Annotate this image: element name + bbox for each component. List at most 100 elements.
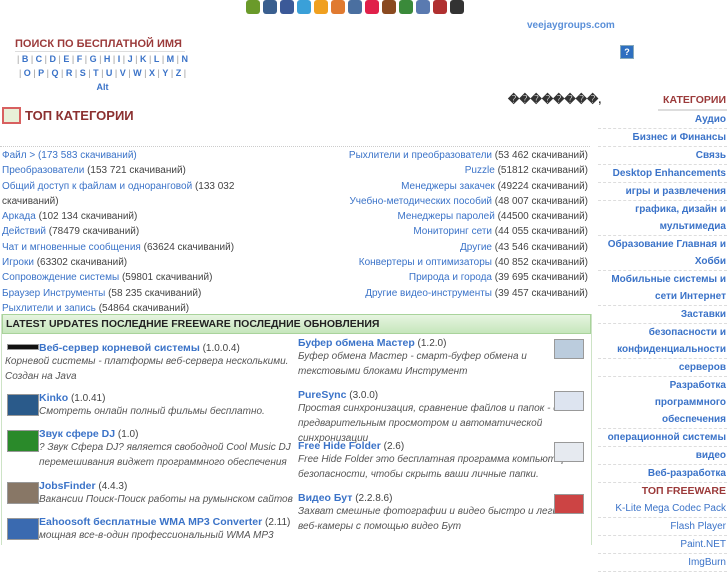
freeware-link[interactable]: K-Lite Mega Codec Pack bbox=[598, 500, 727, 518]
app-thumbnail[interactable] bbox=[554, 494, 584, 514]
bear-icon[interactable] bbox=[382, 0, 396, 14]
letter-link-o[interactable]: O bbox=[24, 68, 31, 78]
letter-link-c[interactable]: C bbox=[36, 54, 43, 64]
category-link[interactable]: Конвертеры и оптимизаторы bbox=[359, 257, 492, 268]
category-link[interactable]: Puzzle bbox=[465, 165, 495, 176]
category-link[interactable]: Менеджеры паролей bbox=[397, 211, 494, 222]
site-link[interactable]: veejaygroups.com bbox=[527, 20, 615, 31]
sidebar-category-link[interactable]: Мобильные системы и сети Интернет bbox=[598, 271, 727, 306]
app-thumbnail[interactable] bbox=[7, 394, 39, 416]
sidebar-category-link[interactable]: безопасности и конфиденциальности bbox=[598, 324, 727, 359]
letter-link-l[interactable]: L bbox=[154, 54, 160, 64]
letter-link-x[interactable]: X bbox=[149, 68, 155, 78]
update-version: (2.6) bbox=[383, 441, 405, 452]
letter-link-s[interactable]: S bbox=[80, 68, 86, 78]
app-thumbnail[interactable] bbox=[7, 430, 39, 452]
category-link[interactable]: Общий доступ к файлам и одноранговой bbox=[2, 181, 192, 192]
sidebar-category-link[interactable]: Desktop Enhancements bbox=[598, 165, 727, 183]
category-link[interactable]: Менеджеры закачек bbox=[401, 181, 495, 192]
sidebar-category-link[interactable]: Связь bbox=[598, 147, 727, 165]
help-icon[interactable]: ? bbox=[620, 45, 634, 59]
sidebar-category-link[interactable]: серверов bbox=[598, 359, 727, 377]
category-link[interactable]: Преобразователи bbox=[2, 165, 84, 176]
category-link[interactable]: Другие видео-инструменты bbox=[365, 288, 492, 299]
letter-link-g[interactable]: G bbox=[90, 54, 97, 64]
letter-link-v[interactable]: V bbox=[120, 68, 126, 78]
app-thumbnail[interactable] bbox=[554, 442, 584, 462]
sidebar-category-link[interactable]: Бизнес и Финансы bbox=[598, 129, 727, 147]
sidebar-category-link[interactable]: Образование Главная и Хобби bbox=[598, 236, 727, 271]
alt-link[interactable]: Alt bbox=[97, 82, 109, 92]
update-title-link[interactable]: Веб-сервер корневой системы bbox=[39, 342, 200, 354]
category-link[interactable]: Игроки bbox=[2, 257, 34, 268]
letter-link-w[interactable]: W bbox=[133, 68, 142, 78]
letter-link-j[interactable]: J bbox=[128, 54, 133, 64]
letter-link-e[interactable]: E bbox=[63, 54, 69, 64]
letter-link-z[interactable]: Z bbox=[176, 68, 182, 78]
update-title-link[interactable]: JobsFinder bbox=[39, 480, 96, 492]
sidebar-category-link[interactable]: графика, дизайн и мультимедиа bbox=[598, 201, 727, 236]
category-link[interactable]: Рыхлители и запись bbox=[2, 303, 96, 314]
delicious-icon[interactable] bbox=[450, 0, 464, 14]
update-title-link[interactable]: PureSync bbox=[298, 389, 346, 401]
category-link[interactable]: Действий bbox=[2, 226, 46, 237]
update-title-link[interactable]: Kinko bbox=[39, 392, 68, 404]
letter-link-n[interactable]: N bbox=[182, 54, 189, 64]
category-link[interactable]: Файл > (173 583 скачиваний) bbox=[2, 150, 137, 161]
sidebar-category-link[interactable]: Аудио bbox=[598, 111, 727, 129]
category-link[interactable]: Учебно-методических пособий bbox=[349, 196, 492, 207]
letter-link-k[interactable]: K bbox=[140, 54, 147, 64]
sidebar-category-link[interactable]: Веб-разработка bbox=[598, 465, 727, 483]
update-title-link[interactable]: Видео Бут bbox=[298, 492, 352, 504]
arrow-icon[interactable] bbox=[416, 0, 430, 14]
update-title-link[interactable]: Free Hide Folder bbox=[298, 440, 381, 452]
letter-link-i[interactable]: I bbox=[118, 54, 121, 64]
letter-link-m[interactable]: M bbox=[167, 54, 175, 64]
sidebar-category-link[interactable]: видео bbox=[598, 447, 727, 465]
category-link[interactable]: Природа и города bbox=[409, 272, 492, 283]
app-thumbnail[interactable] bbox=[7, 344, 39, 350]
update-title-link[interactable]: Звук сфере DJ bbox=[39, 428, 115, 440]
update-title-link[interactable]: Буфер обмена Мастер bbox=[298, 337, 415, 349]
letter-link-f[interactable]: F bbox=[77, 54, 83, 64]
people-icon[interactable] bbox=[314, 0, 328, 14]
freeware-link[interactable]: Flash Player bbox=[598, 518, 727, 536]
sidebar-category-link[interactable]: Заставки bbox=[598, 306, 727, 324]
letter-link-p[interactable]: P bbox=[38, 68, 44, 78]
sidebar-category-link[interactable]: операционной системы bbox=[598, 429, 727, 447]
letter-link-d[interactable]: D bbox=[50, 54, 57, 64]
category-link[interactable]: Рыхлители и преобразователи bbox=[349, 150, 492, 161]
twitter-icon[interactable] bbox=[297, 0, 311, 14]
update-title-link[interactable]: Eahoosoft бесплатные WMA MP3 Converter bbox=[39, 516, 262, 528]
category-link[interactable]: Другие bbox=[460, 242, 492, 253]
download-count: (48 007 скачиваний) bbox=[494, 195, 588, 207]
category-link[interactable]: Мониторинг сети bbox=[413, 226, 492, 237]
freeware-link[interactable]: Paint.NET bbox=[598, 536, 727, 554]
addthis-icon[interactable] bbox=[246, 0, 260, 14]
category-link[interactable]: Сопровождение системы bbox=[2, 272, 119, 283]
category-link[interactable]: Чат и мгновенные сообщения bbox=[2, 242, 141, 253]
letter-link-q[interactable]: Q bbox=[52, 68, 59, 78]
letter-link-t[interactable]: T bbox=[93, 68, 99, 78]
app-thumbnail[interactable] bbox=[7, 518, 39, 540]
letter-link-b[interactable]: B bbox=[22, 54, 29, 64]
letter-link-r[interactable]: R bbox=[66, 68, 73, 78]
star-icon[interactable] bbox=[365, 0, 379, 14]
grid-icon[interactable] bbox=[433, 0, 447, 14]
friends-icon[interactable] bbox=[331, 0, 345, 14]
letter-link-h[interactable]: H bbox=[104, 54, 111, 64]
sidebar-category-link[interactable]: Разработка программного обеспечения bbox=[598, 377, 727, 429]
google-icon[interactable] bbox=[399, 0, 413, 14]
facebook-icon[interactable] bbox=[280, 0, 294, 14]
sidebar-category-link[interactable]: игры и развлечения bbox=[598, 183, 727, 201]
category-link[interactable]: Аркада bbox=[2, 211, 36, 222]
letter-link-y[interactable]: Y bbox=[162, 68, 168, 78]
vkontakte-icon[interactable] bbox=[263, 0, 277, 14]
app-thumbnail[interactable] bbox=[554, 391, 584, 411]
freeware-link[interactable]: ImgBurn bbox=[598, 554, 727, 572]
category-link[interactable]: Браузер Инструменты bbox=[2, 288, 105, 299]
pencil-icon[interactable] bbox=[348, 0, 362, 14]
app-thumbnail[interactable] bbox=[7, 482, 39, 504]
app-thumbnail[interactable] bbox=[554, 339, 584, 359]
letter-link-u[interactable]: U bbox=[106, 68, 113, 78]
